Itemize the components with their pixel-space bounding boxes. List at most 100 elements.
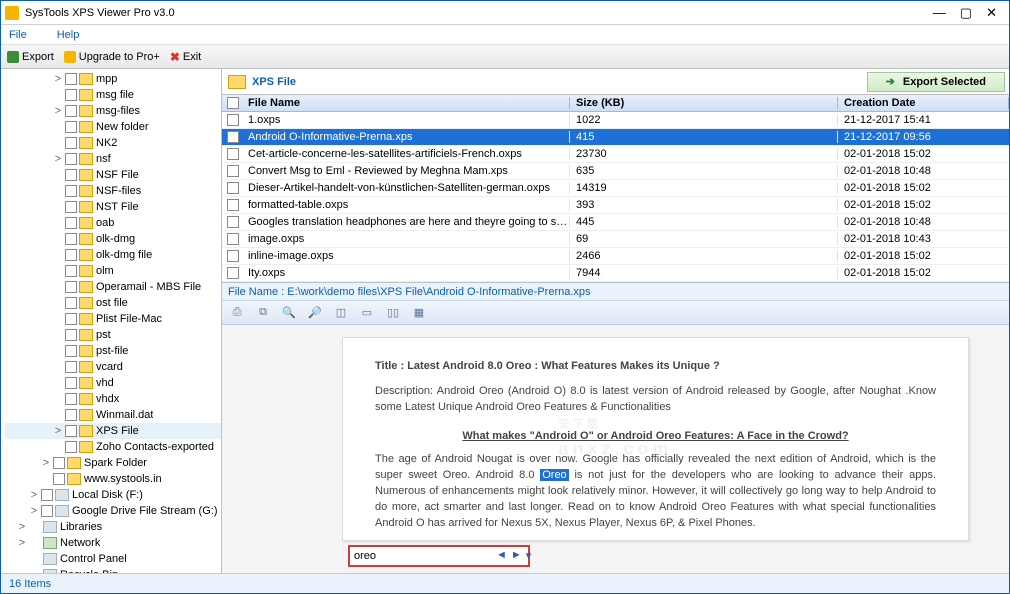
tree-item[interactable]: >vhd — [5, 375, 221, 391]
print-icon[interactable]: ⎙ — [228, 304, 246, 322]
table-row[interactable]: Googles translation headphones are here … — [222, 214, 1009, 231]
fit-page-icon[interactable]: ▭ — [358, 304, 376, 322]
expand-icon[interactable]: > — [17, 521, 27, 533]
copy-icon[interactable]: ⧉ — [254, 304, 272, 322]
tree-checkbox[interactable] — [65, 377, 77, 389]
tree-checkbox[interactable] — [65, 249, 77, 261]
expand-icon[interactable]: > — [29, 505, 39, 517]
tree-checkbox[interactable] — [65, 169, 77, 181]
tree-item[interactable]: >pst-file — [5, 343, 221, 359]
menu-help[interactable]: Help — [57, 29, 80, 41]
expand-icon[interactable]: > — [53, 153, 63, 165]
tree-checkbox[interactable] — [65, 361, 77, 373]
tree-checkbox[interactable] — [65, 121, 77, 133]
zoom-out-icon[interactable]: 🔎 — [306, 304, 324, 322]
tree-item[interactable]: >vcard — [5, 359, 221, 375]
tree-checkbox[interactable] — [53, 473, 65, 485]
export-selected-button[interactable]: Export Selected — [867, 72, 1005, 92]
tree-checkbox[interactable] — [65, 409, 77, 421]
tree-item[interactable]: >NK2 — [5, 135, 221, 151]
table-row[interactable]: inline-image.oxps246602-01-2018 15:02 — [222, 248, 1009, 265]
tree-item[interactable]: >olm — [5, 263, 221, 279]
search-next-icon[interactable]: ► — [511, 549, 522, 562]
tree-item[interactable]: >Operamail - MBS File — [5, 279, 221, 295]
tree-checkbox[interactable] — [65, 73, 77, 85]
tree-item[interactable]: >Zoho Contacts-exported — [5, 439, 221, 455]
tree-checkbox[interactable] — [65, 441, 77, 453]
document-preview[interactable]: 安下载 anxz.com Title : Latest Android 8.0 … — [222, 325, 1009, 573]
tree-checkbox[interactable] — [65, 345, 77, 357]
expand-icon[interactable]: > — [53, 105, 63, 117]
tree-checkbox[interactable] — [65, 233, 77, 245]
close-button[interactable]: ✕ — [986, 5, 997, 21]
search-input[interactable] — [354, 550, 496, 562]
table-row[interactable]: Convert Msg to Eml - Reviewed by Meghna … — [222, 163, 1009, 180]
fit-width-icon[interactable]: ◫ — [332, 304, 350, 322]
tree-checkbox[interactable] — [65, 185, 77, 197]
tree-item[interactable]: >olk-dmg file — [5, 247, 221, 263]
tree-item[interactable]: >NST File — [5, 199, 221, 215]
row-checkbox[interactable] — [227, 250, 239, 262]
table-row[interactable]: image.oxps6902-01-2018 10:43 — [222, 231, 1009, 248]
tree-item[interactable]: >Google Drive File Stream (G:) — [5, 503, 221, 519]
tree-checkbox[interactable] — [65, 393, 77, 405]
tree-item[interactable]: >oab — [5, 215, 221, 231]
table-row[interactable]: Cet-article-concerne-les-satellites-arti… — [222, 146, 1009, 163]
expand-icon[interactable]: > — [17, 537, 27, 549]
tree-checkbox[interactable] — [53, 457, 65, 469]
tree-item[interactable]: >Plist File-Mac — [5, 311, 221, 327]
tree-checkbox[interactable] — [65, 201, 77, 213]
col-header-name[interactable]: File Name — [244, 97, 570, 109]
tree-checkbox[interactable] — [65, 105, 77, 117]
tree-item[interactable]: >Spark Folder — [5, 455, 221, 471]
tree-item[interactable]: >ost file — [5, 295, 221, 311]
table-row[interactable]: 1.oxps102221-12-2017 15:41 — [222, 112, 1009, 129]
tree-item[interactable]: >XPS File — [5, 423, 221, 439]
zoom-in-icon[interactable]: 🔍 — [280, 304, 298, 322]
search-dropdown-icon[interactable]: ▾ — [526, 549, 532, 562]
tree-item[interactable]: >Local Disk (F:) — [5, 487, 221, 503]
tree-item[interactable]: >nsf — [5, 151, 221, 167]
col-header-date[interactable]: Creation Date — [838, 97, 1009, 109]
tree-checkbox[interactable] — [65, 217, 77, 229]
tree-item[interactable]: >msg file — [5, 87, 221, 103]
tree-item[interactable]: >www.systools.in — [5, 471, 221, 487]
folder-tree[interactable]: >mpp>msg file>msg-files>New folder>NK2>n… — [1, 69, 222, 573]
row-checkbox[interactable] — [227, 165, 239, 177]
tree-checkbox[interactable] — [65, 137, 77, 149]
expand-icon[interactable]: > — [41, 457, 51, 469]
row-checkbox[interactable] — [227, 233, 239, 245]
tree-checkbox[interactable] — [65, 265, 77, 277]
table-row[interactable]: Dieser-Artikel-handelt-von-künstlichen-S… — [222, 180, 1009, 197]
tree-item[interactable]: >pst — [5, 327, 221, 343]
thumbnail-icon[interactable]: ▦ — [410, 304, 428, 322]
tree-checkbox[interactable] — [65, 281, 77, 293]
select-all-checkbox[interactable] — [227, 97, 239, 109]
expand-icon[interactable]: > — [53, 425, 63, 437]
upgrade-button[interactable]: Upgrade to Pro+ — [64, 51, 160, 63]
tree-item[interactable]: >msg-files — [5, 103, 221, 119]
tree-item[interactable]: >NSF File — [5, 167, 221, 183]
expand-icon[interactable]: > — [29, 489, 39, 501]
tree-item[interactable]: >Libraries — [5, 519, 221, 535]
tree-checkbox[interactable] — [65, 89, 77, 101]
tree-checkbox[interactable] — [65, 329, 77, 341]
exit-button[interactable]: ✖ Exit — [170, 50, 201, 64]
menu-file[interactable]: File — [9, 29, 27, 41]
tree-checkbox[interactable] — [65, 313, 77, 325]
tree-item[interactable]: >Winmail.dat — [5, 407, 221, 423]
expand-icon[interactable]: > — [53, 73, 63, 85]
tree-checkbox[interactable] — [65, 425, 77, 437]
tree-item[interactable]: >olk-dmg — [5, 231, 221, 247]
row-checkbox[interactable] — [227, 216, 239, 228]
two-page-icon[interactable]: ▯▯ — [384, 304, 402, 322]
table-row[interactable]: Android O-Informative-Prerna.xps41521-12… — [222, 129, 1009, 146]
tree-checkbox[interactable] — [41, 489, 53, 501]
table-row[interactable]: formatted-table.oxps39302-01-2018 15:02 — [222, 197, 1009, 214]
row-checkbox[interactable] — [227, 148, 239, 160]
export-button[interactable]: Export — [7, 51, 54, 63]
row-checkbox[interactable] — [227, 267, 239, 279]
row-checkbox[interactable] — [227, 114, 239, 126]
tree-item[interactable]: >mpp — [5, 71, 221, 87]
table-row[interactable]: Ity.oxps794402-01-2018 15:02 — [222, 265, 1009, 282]
